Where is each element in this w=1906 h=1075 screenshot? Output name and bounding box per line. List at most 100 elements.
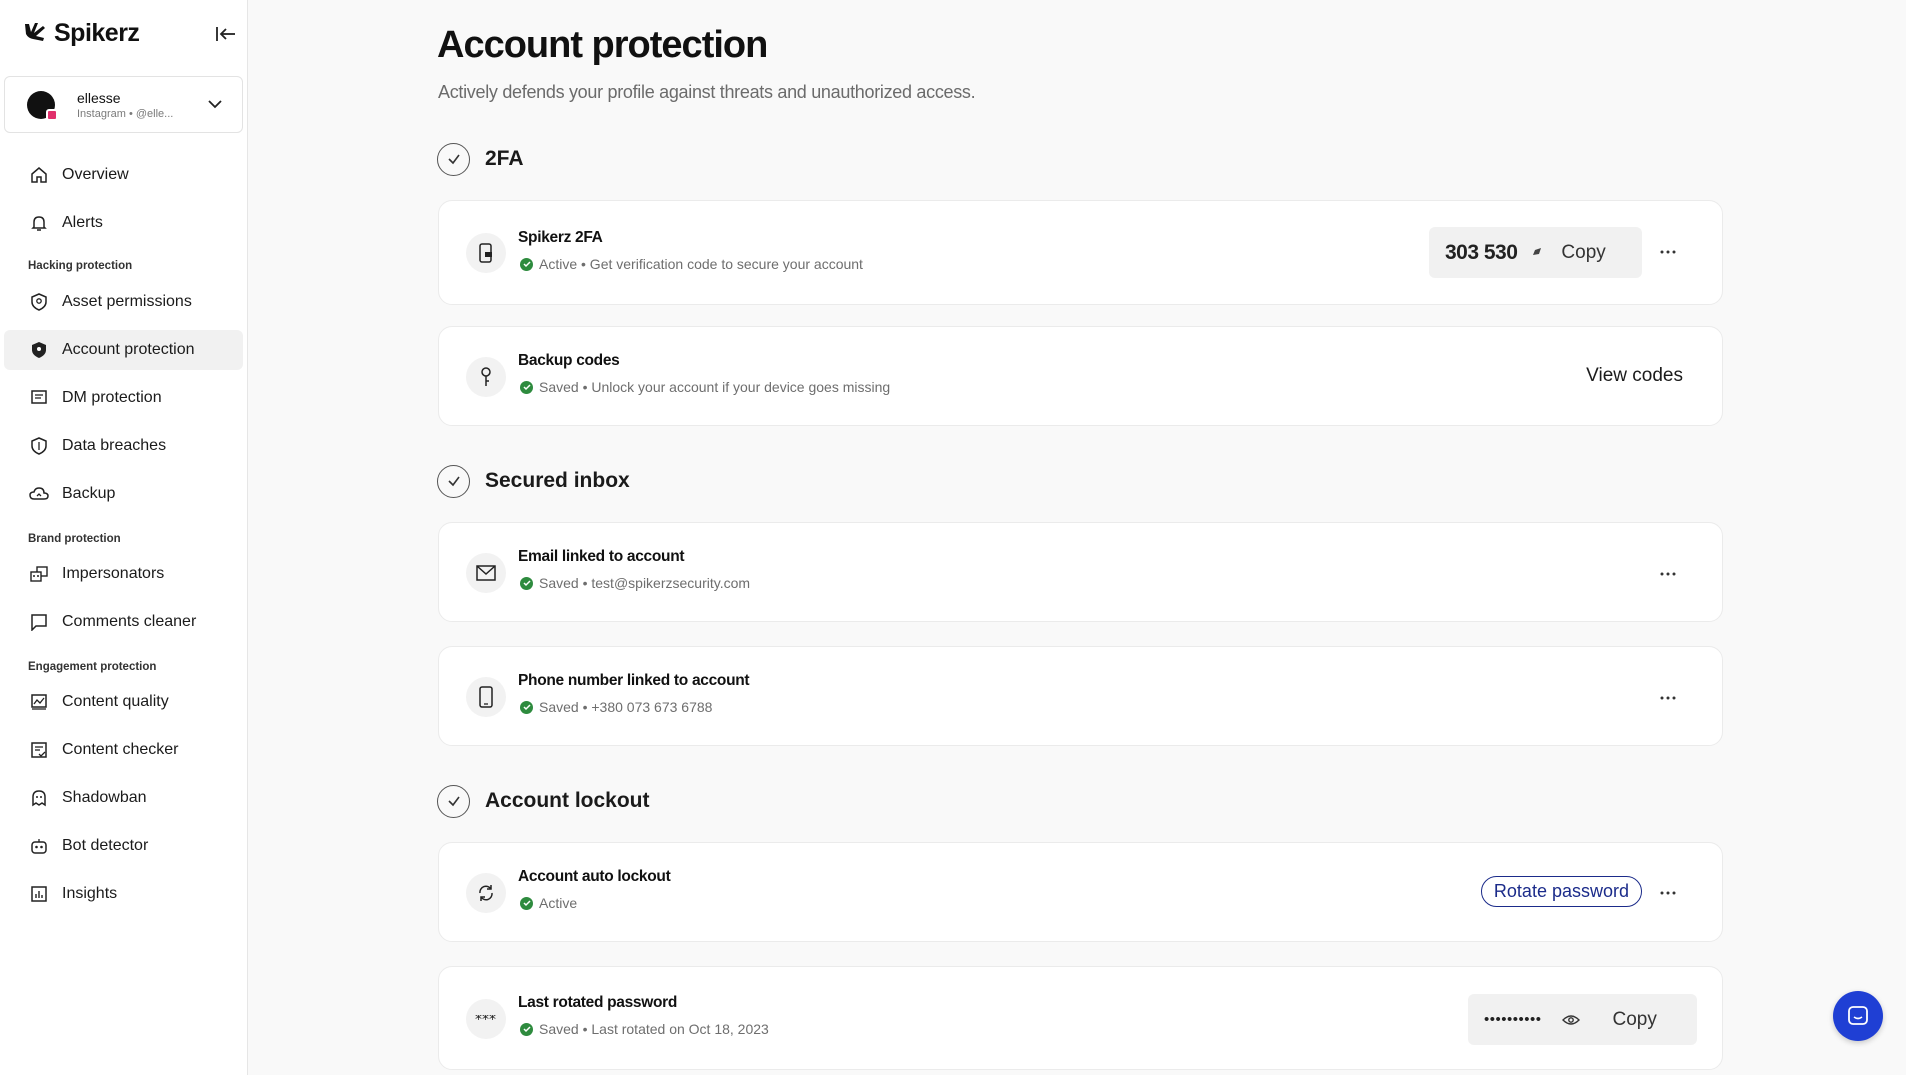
sidebar-item-alerts[interactable]: Alerts (4, 203, 243, 243)
key-icon (466, 357, 506, 397)
sidebar-item-label: Backup (62, 485, 116, 502)
more-horizontal-icon (1660, 891, 1676, 895)
message-lines-icon (29, 388, 49, 408)
comment-square-icon (29, 612, 49, 632)
chat-support-button[interactable] (1833, 991, 1883, 1041)
sidebar: Spikerz ellesse Instagram • @elle... Ove… (0, 0, 248, 1075)
card-title: Phone number linked to account (518, 672, 750, 689)
sidebar-item-data-breaches[interactable]: Data breaches (4, 426, 243, 466)
asterisk-icon: *** (466, 999, 506, 1039)
card-status-text: Saved • Unlock your account if your devi… (539, 379, 891, 395)
page-subtitle: Actively defends your profile against th… (438, 82, 976, 102)
spikerz-logo-icon (25, 23, 45, 41)
sidebar-item-label: Bot detector (62, 837, 149, 854)
section-title: Secured inbox (485, 469, 630, 492)
collapse-sidebar-icon (216, 27, 235, 41)
card-title: Email linked to account (518, 548, 685, 565)
collapse-sidebar-button[interactable] (214, 22, 238, 46)
section-lockout-header: Account lockout (437, 784, 650, 818)
more-horizontal-icon (1660, 250, 1676, 254)
card-title: Account auto lockout (518, 868, 671, 885)
email-card: Email linked to account Saved • test@spi… (438, 522, 1723, 622)
more-options-button[interactable] (1654, 684, 1682, 712)
brand-logo[interactable]: Spikerz (22, 16, 140, 50)
more-options-button[interactable] (1654, 560, 1682, 588)
sidebar-item-content-quality[interactable]: Content quality (4, 682, 243, 722)
card-status-text: Saved • Last rotated on Oct 18, 2023 (539, 1021, 769, 1037)
sidebar-item-dm-protection[interactable]: DM protection (4, 378, 243, 418)
copy-code-button[interactable]: Copy (1561, 242, 1605, 264)
backup-codes-card: Backup codes Saved • Unlock your account… (438, 326, 1723, 426)
section-title: 2FA (485, 147, 524, 170)
page-title: Account protection (437, 24, 768, 66)
card-status-text: Saved • test@spikerzsecurity.com (539, 575, 751, 591)
check-icon (437, 464, 470, 498)
sidebar-item-asset-permissions[interactable]: Asset permissions (4, 282, 243, 322)
shield-user-icon (29, 292, 49, 312)
brand-name: Spikerz (54, 18, 140, 47)
bell-icon (29, 213, 49, 233)
sidebar-item-label: Shadowban (62, 789, 147, 806)
more-options-button[interactable] (1654, 879, 1682, 907)
account-name: ellesse (77, 89, 121, 106)
rotate-password-button[interactable]: Rotate password (1480, 876, 1642, 907)
sidebar-item-label: Overview (62, 166, 129, 183)
more-horizontal-icon (1660, 572, 1676, 576)
phone-lock-icon (466, 233, 506, 273)
status-check-icon (520, 380, 533, 394)
view-codes-button[interactable]: View codes (1586, 365, 1683, 387)
copy-icon (1531, 244, 1543, 262)
copy-password-button[interactable]: Copy (1613, 1009, 1657, 1031)
eye-icon (1561, 1014, 1580, 1025)
sidebar-item-shadowban[interactable]: Shadowban (4, 778, 243, 818)
show-password-button[interactable] (1561, 1014, 1580, 1026)
sidebar-item-label: Content quality (62, 693, 169, 710)
sidebar-item-backup[interactable]: Backup (4, 474, 243, 514)
account-handle: Instagram • @elle... (77, 107, 174, 120)
status-check-icon (520, 576, 533, 590)
sidebar-item-account-protection[interactable]: Account protection (4, 330, 243, 370)
ghost-icon (29, 788, 49, 808)
chevron-down-icon (208, 100, 222, 109)
mask-icon (29, 564, 49, 584)
status-check-icon (520, 257, 533, 271)
nav-section-engagement: Engagement protection (28, 661, 157, 673)
cloud-icon (29, 484, 49, 504)
sidebar-item-insights[interactable]: Insights (4, 874, 243, 914)
check-icon (437, 784, 470, 818)
nav-section-brand: Brand protection (28, 533, 121, 545)
sidebar-item-bot-detector[interactable]: Bot detector (4, 826, 243, 866)
nav-section-hacking: Hacking protection (28, 260, 133, 272)
shield-outline-icon (29, 436, 49, 456)
bar-chart-icon (29, 884, 49, 904)
card-status: Saved • Last rotated on Oct 18, 2023 (520, 1021, 769, 1037)
sidebar-item-content-checker[interactable]: Content checker (4, 730, 243, 770)
sidebar-item-label: Alerts (62, 214, 103, 231)
instagram-badge-icon (46, 108, 58, 121)
verification-code-box: 303 530 Copy (1429, 227, 1642, 278)
masked-password: •••••••••• (1484, 1011, 1542, 1028)
home-icon (29, 165, 49, 185)
sidebar-item-label: DM protection (62, 389, 162, 406)
card-status: Saved • Unlock your account if your devi… (520, 379, 890, 395)
robot-icon (29, 836, 49, 856)
card-title: Backup codes (518, 352, 620, 369)
sidebar-item-comments-cleaner[interactable]: Comments cleaner (4, 602, 243, 642)
sidebar-item-impersonators[interactable]: Impersonators (4, 554, 243, 594)
status-check-icon (520, 1022, 533, 1036)
spikerz-2fa-card: Spikerz 2FA Active • Get verification co… (438, 200, 1723, 305)
card-status-text: Active (539, 895, 578, 911)
more-options-button[interactable] (1654, 238, 1682, 266)
card-status: Active (520, 895, 577, 911)
sidebar-item-label: Insights (62, 885, 118, 902)
password-box: •••••••••• Copy (1468, 994, 1697, 1045)
svg-text:***: *** (475, 1015, 496, 1023)
section-title: Account lockout (485, 789, 650, 812)
account-switcher[interactable]: ellesse Instagram • @elle... (4, 76, 243, 133)
more-horizontal-icon (1660, 696, 1676, 700)
last-rotated-password-card: *** Last rotated password Saved • Last r… (438, 966, 1723, 1070)
sidebar-item-label: Comments cleaner (62, 613, 197, 630)
shield-filled-icon (29, 340, 49, 360)
sidebar-item-overview[interactable]: Overview (4, 155, 243, 195)
document-check-icon (29, 740, 49, 760)
